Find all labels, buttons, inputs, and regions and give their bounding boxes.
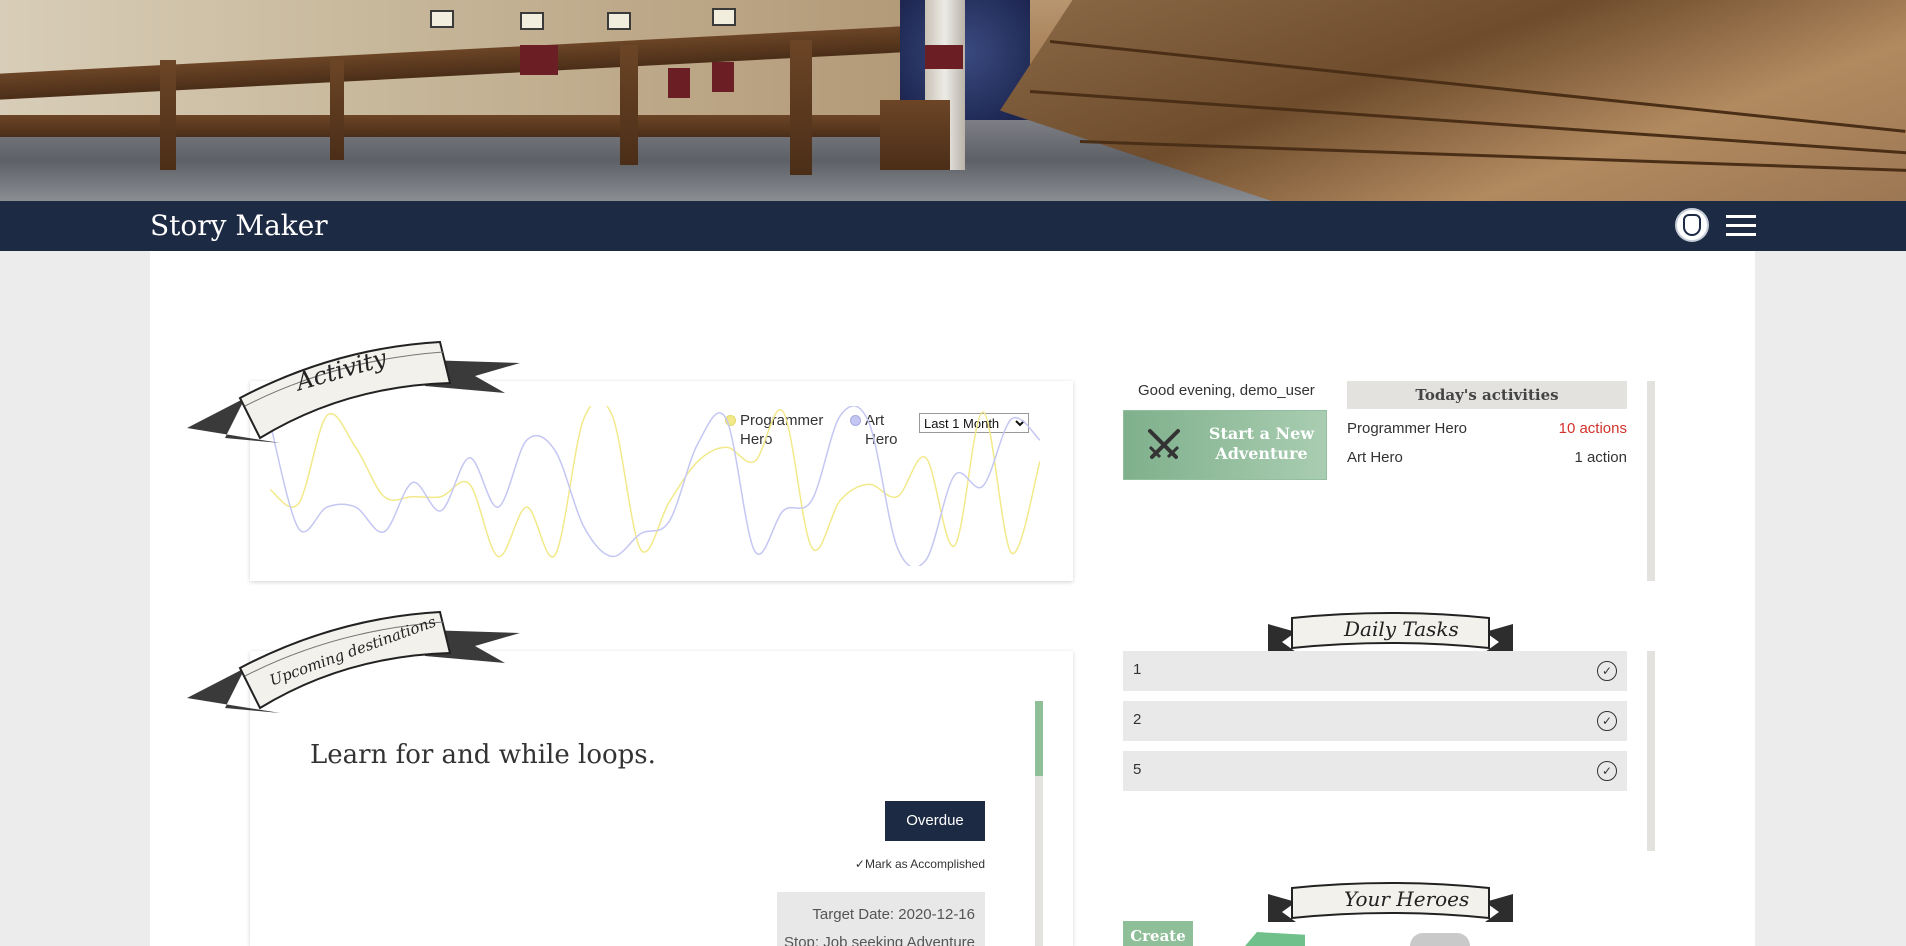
hero-card-image[interactable]: [1410, 933, 1470, 946]
check-circle-icon[interactable]: ✓: [1597, 711, 1617, 731]
daily-task-item[interactable]: 2 ✓: [1123, 701, 1627, 741]
banner-chair: [880, 100, 950, 170]
today-hero-name: Art Hero: [1347, 449, 1403, 466]
task-label: 1: [1133, 661, 1142, 678]
start-adventure-label: Start a New Adventure: [1208, 424, 1315, 463]
today-scrollbar[interactable]: [1647, 381, 1655, 581]
app-title[interactable]: Story Maker: [150, 209, 328, 242]
banner-post: [160, 60, 176, 170]
daily-tasks-ribbon-title: Daily Tasks: [1344, 617, 1459, 641]
check-circle-icon[interactable]: ✓: [1597, 661, 1617, 681]
banner-flag: [520, 45, 558, 75]
your-heroes-ribbon-title: Your Heroes: [1344, 887, 1470, 911]
mark-accomplished-link[interactable]: ✓Mark as Accomplished: [840, 857, 985, 871]
goal-detail-box: Target Date: 2020-12-16 Stop: Job seekin…: [777, 892, 985, 946]
banner-lamp: [430, 10, 454, 28]
goal-title: Learn for and while loops.: [310, 740, 656, 770]
daily-task-item[interactable]: 1 ✓: [1123, 651, 1627, 691]
hero-banner-image: [0, 0, 1906, 201]
task-label: 5: [1133, 761, 1142, 778]
banner-lamp: [520, 12, 544, 30]
today-action-count: 10 actions: [1558, 420, 1627, 437]
banner-post: [790, 40, 812, 175]
checkmark-icon: ✓: [854, 857, 865, 871]
check-circle-icon[interactable]: ✓: [1597, 761, 1617, 781]
target-date-text: Target Date: 2020-12-16: [812, 906, 975, 923]
your-heroes-ribbon: Your Heroes: [1268, 882, 1513, 932]
greeting-text: Good evening, demo_user: [1138, 382, 1315, 399]
upcoming-ribbon: Upcoming destinations: [185, 608, 525, 723]
banner-flag: [712, 62, 734, 92]
task-label: 2: [1133, 711, 1142, 728]
banner-lamp: [712, 8, 736, 26]
mark-accomplished-label: Mark as Accomplished: [864, 857, 985, 871]
overdue-status-button[interactable]: Overdue: [885, 801, 985, 841]
banner-flag: [668, 68, 690, 98]
banner-beam: [0, 115, 880, 137]
upcoming-scrollbar-thumb[interactable]: [1035, 701, 1043, 776]
today-hero-name: Programmer Hero: [1347, 420, 1468, 437]
banner-lamp: [607, 12, 631, 30]
crossed-swords-icon: [1148, 429, 1180, 459]
create-hero-button[interactable]: Create: [1123, 921, 1193, 946]
top-nav-bar: Story Maker: [0, 201, 1906, 251]
shield-emblem-icon[interactable]: [1675, 208, 1709, 242]
todays-activities-header: Today's activities: [1347, 381, 1627, 409]
goal-stop-text: Stop: Job seeking Adventure: [784, 934, 975, 946]
banner-post: [330, 60, 344, 160]
hamburger-icon[interactable]: [1726, 215, 1756, 237]
start-adventure-button[interactable]: Start a New Adventure: [1123, 410, 1327, 480]
today-action-count: 1 action: [1574, 449, 1627, 466]
daily-tasks-scrollbar[interactable]: [1647, 651, 1655, 851]
daily-task-item[interactable]: 5 ✓: [1123, 751, 1627, 791]
activity-ribbon: Activity: [185, 338, 525, 453]
banner-post: [620, 45, 638, 165]
banner-flag: [925, 45, 963, 69]
